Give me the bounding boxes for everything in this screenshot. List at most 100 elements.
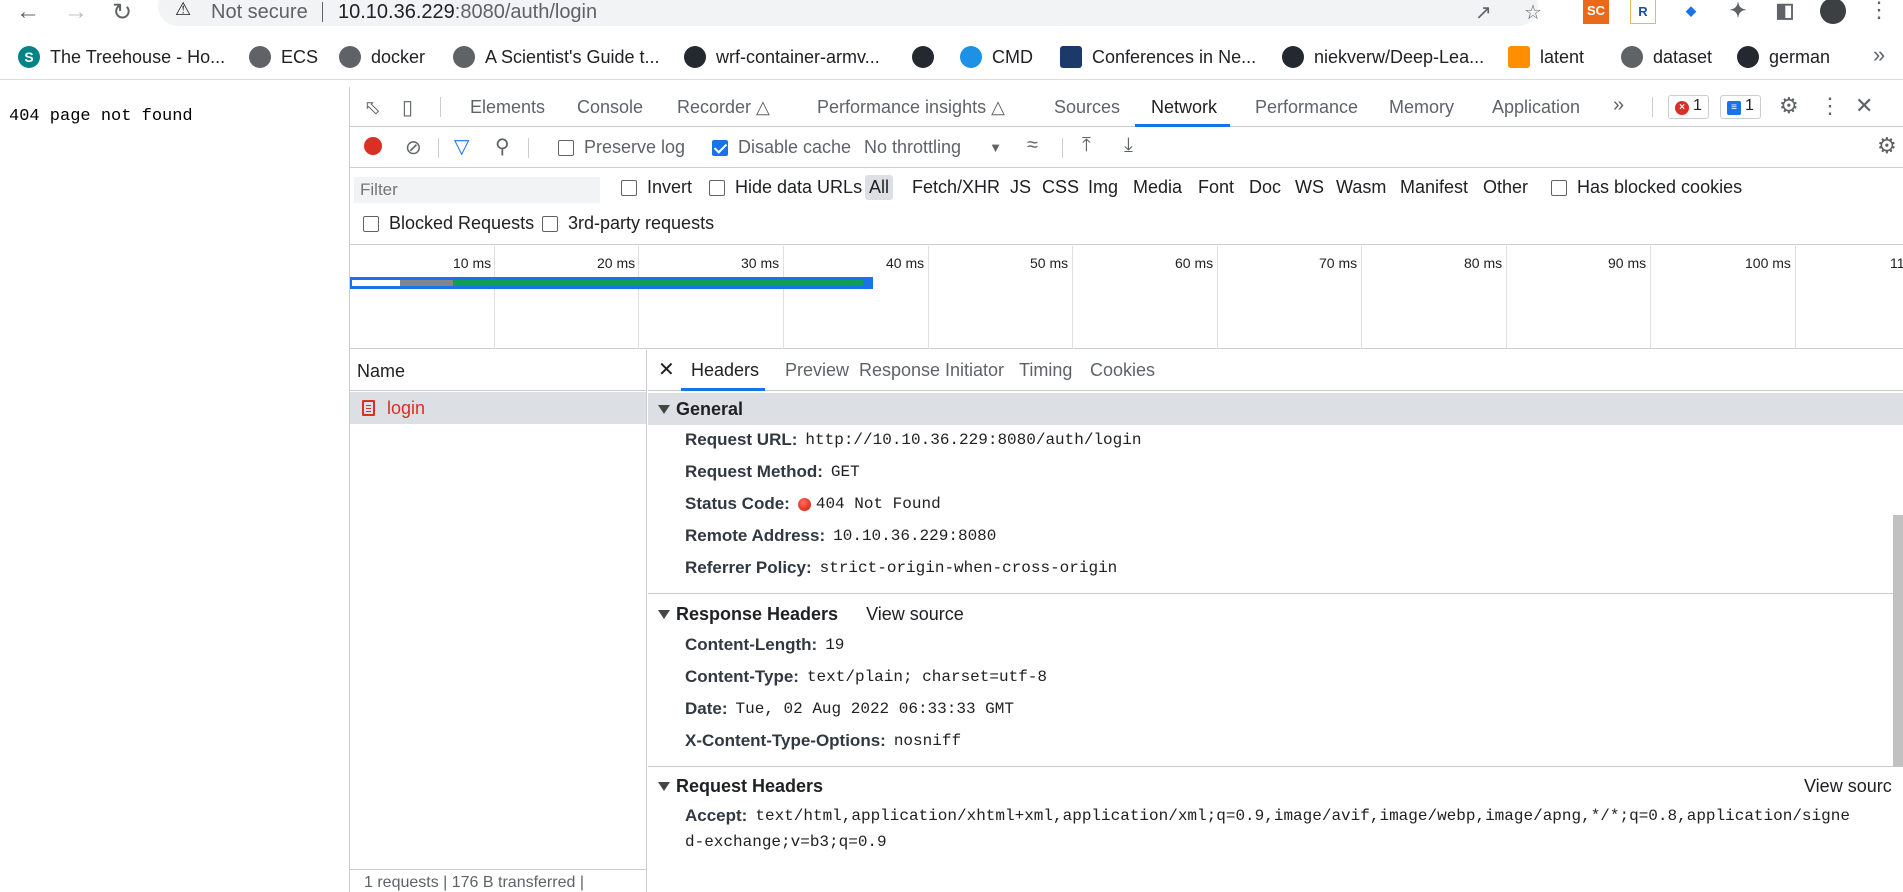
filter-type-img[interactable]: Img xyxy=(1088,177,1118,198)
bookmark-latent[interactable]: latent xyxy=(1508,46,1584,68)
browser-menu-icon[interactable]: ⋮ xyxy=(1868,0,1890,23)
details-scrollbar-thumb[interactable] xyxy=(1893,515,1903,767)
filter-type-all[interactable]: All xyxy=(865,175,894,200)
dropdown-arrow-icon: ▼ xyxy=(989,140,1002,155)
tab-network[interactable]: Network xyxy=(1151,97,1217,118)
more-tabs-icon[interactable]: » xyxy=(1613,94,1624,117)
profile-avatar[interactable] xyxy=(1820,0,1846,24)
preserve-log-checkbox[interactable]: Preserve log xyxy=(558,137,685,158)
tab-performance[interactable]: Performance xyxy=(1255,97,1358,118)
header-row: Referrer Policy: strict-origin-when-cross… xyxy=(685,558,1117,578)
tab-response[interactable]: Response xyxy=(859,360,940,381)
bookmark-label: latent xyxy=(1540,46,1585,67)
filter-input[interactable] xyxy=(354,177,600,203)
device-toolbar-icon[interactable]: ▯ xyxy=(402,95,413,120)
tab-elements[interactable]: Elements xyxy=(470,97,545,118)
side-panel-icon[interactable]: ◧ xyxy=(1772,0,1798,24)
bookmark-scientists-guide[interactable]: A Scientist's Guide t... xyxy=(453,46,660,68)
tab-console[interactable]: Console xyxy=(577,97,643,118)
disable-cache-label: Disable cache xyxy=(738,137,852,157)
bookmark-conferences[interactable]: Conferences in Ne... xyxy=(1060,46,1256,68)
filter-type-wasm[interactable]: Wasm xyxy=(1336,177,1386,198)
tab-preview[interactable]: Preview xyxy=(785,360,849,381)
filter-type-manifest[interactable]: Manifest xyxy=(1400,177,1468,198)
filter-type-media[interactable]: Media xyxy=(1133,177,1182,198)
response-headers-section-header[interactable]: Response Headers View source xyxy=(648,598,1903,630)
tab-application[interactable]: Application xyxy=(1492,97,1580,118)
tab-performance-insights-label: Performance insights xyxy=(817,97,987,117)
bookmark-docker[interactable]: docker xyxy=(339,46,425,68)
record-icon[interactable] xyxy=(364,137,382,155)
network-settings-icon[interactable]: ⚙ xyxy=(1877,133,1897,159)
hide-data-urls-checkbox[interactable]: Hide data URLs xyxy=(709,177,862,198)
filter-type-other[interactable]: Other xyxy=(1483,177,1528,198)
filter-funnel-icon[interactable]: ▽ xyxy=(454,134,469,159)
bookmark-wrf-container[interactable]: wrf-container-armv... xyxy=(684,46,880,68)
tab-initiator[interactable]: Initiator xyxy=(945,360,1004,381)
tab-cookies[interactable]: Cookies xyxy=(1090,360,1155,381)
tab-headers[interactable]: Headers xyxy=(691,360,759,381)
request-headers-section-header[interactable]: Request Headers View sourc xyxy=(648,770,1903,802)
not-secure-label[interactable]: Not secure xyxy=(211,1,308,24)
tab-performance-insights[interactable]: Performance insights △ xyxy=(817,97,1005,118)
back-arrow-icon[interactable]: ← xyxy=(16,0,40,26)
message-count-badge[interactable]: ≡ 1 xyxy=(1720,95,1761,119)
filter-type-fetch-xhr[interactable]: Fetch/XHR xyxy=(912,177,1000,198)
clear-icon[interactable]: ⊘ xyxy=(405,135,422,160)
extensions-puzzle-icon[interactable]: ✦ xyxy=(1725,0,1751,24)
tab-sources[interactable]: Sources xyxy=(1054,97,1120,118)
network-overview-timeline[interactable]: 10 ms 20 ms 30 ms 40 ms 50 ms 60 ms 70 m… xyxy=(350,246,1903,349)
request-row-login[interactable]: login xyxy=(350,392,646,424)
timeline-tick-label: 100 ms xyxy=(1745,255,1791,271)
bookmark-dataset[interactable]: dataset xyxy=(1621,46,1712,68)
general-section-header[interactable]: General xyxy=(648,393,1903,425)
name-column-header[interactable]: Name xyxy=(350,350,646,391)
inspect-element-icon[interactable]: ⬁ xyxy=(364,95,381,120)
close-details-icon[interactable]: ✕ xyxy=(658,357,675,382)
bookmark-star-icon[interactable]: ☆ xyxy=(1524,0,1542,25)
header-row: Request Method: GET xyxy=(685,462,860,482)
network-conditions-icon[interactable]: ≈ xyxy=(1027,134,1038,157)
filter-type-css[interactable]: CSS xyxy=(1042,177,1079,198)
import-har-icon[interactable]: ⤒ xyxy=(1082,134,1091,157)
blocked-requests-checkbox[interactable]: Blocked Requests xyxy=(363,213,534,234)
close-devtools-icon[interactable]: ✕ xyxy=(1855,93,1873,119)
filter-type-doc[interactable]: Doc xyxy=(1249,177,1281,198)
bookmark-treehouse[interactable]: S The Treehouse - Ho... xyxy=(18,46,225,68)
has-blocked-cookies-checkbox[interactable]: Has blocked cookies xyxy=(1551,177,1742,198)
timeline-tick-label: 10 ms xyxy=(453,255,492,271)
warning-icon[interactable]: ⚠ xyxy=(175,0,191,20)
extension-diamond-icon[interactable]: ◆ xyxy=(1678,0,1704,24)
extension-r-icon[interactable]: R xyxy=(1630,0,1656,24)
share-icon[interactable]: ↗ xyxy=(1475,0,1492,25)
invert-checkbox[interactable]: Invert xyxy=(621,177,692,198)
extension-sc-icon[interactable]: SC xyxy=(1583,0,1609,24)
disable-cache-checkbox[interactable]: Disable cache xyxy=(712,137,851,158)
view-source-link[interactable]: View source xyxy=(866,604,964,625)
bookmark-german[interactable]: german xyxy=(1737,46,1830,68)
tab-recorder[interactable]: Recorder △ xyxy=(677,97,770,118)
error-count-badge[interactable]: × 1 xyxy=(1668,95,1709,119)
tab-timing[interactable]: Timing xyxy=(1019,360,1072,381)
third-party-requests-checkbox[interactable]: 3rd-party requests xyxy=(542,213,714,234)
message-icon: ≡ xyxy=(1727,101,1741,115)
settings-gear-icon[interactable]: ⚙ xyxy=(1779,93,1799,119)
view-source-link[interactable]: View sourc xyxy=(1804,776,1892,797)
filter-type-ws[interactable]: WS xyxy=(1295,177,1324,198)
url-text[interactable]: 10.10.36.229:8080/auth/login xyxy=(338,1,597,24)
bookmark-niekverw[interactable]: niekverw/Deep-Lea... xyxy=(1282,46,1484,68)
devtools-menu-icon[interactable]: ⋮ xyxy=(1819,93,1841,119)
more-bookmarks-icon[interactable]: » xyxy=(1873,42,1885,68)
search-icon[interactable]: ⚲ xyxy=(495,134,510,159)
filter-type-font[interactable]: Font xyxy=(1198,177,1234,198)
throttling-select[interactable]: No throttling ▼ xyxy=(864,137,1002,158)
bookmark-github[interactable] xyxy=(912,46,944,68)
bookmark-cmd[interactable]: CMD xyxy=(960,46,1033,68)
timeline-segment-queue xyxy=(352,280,400,286)
export-har-icon[interactable]: ⤓ xyxy=(1124,134,1133,157)
reload-icon[interactable]: ↻ xyxy=(112,0,132,27)
bookmark-ecs[interactable]: ECS xyxy=(249,46,318,68)
forward-arrow-icon[interactable]: → xyxy=(64,0,88,26)
filter-type-js[interactable]: JS xyxy=(1010,177,1031,198)
tab-memory[interactable]: Memory xyxy=(1389,97,1454,118)
